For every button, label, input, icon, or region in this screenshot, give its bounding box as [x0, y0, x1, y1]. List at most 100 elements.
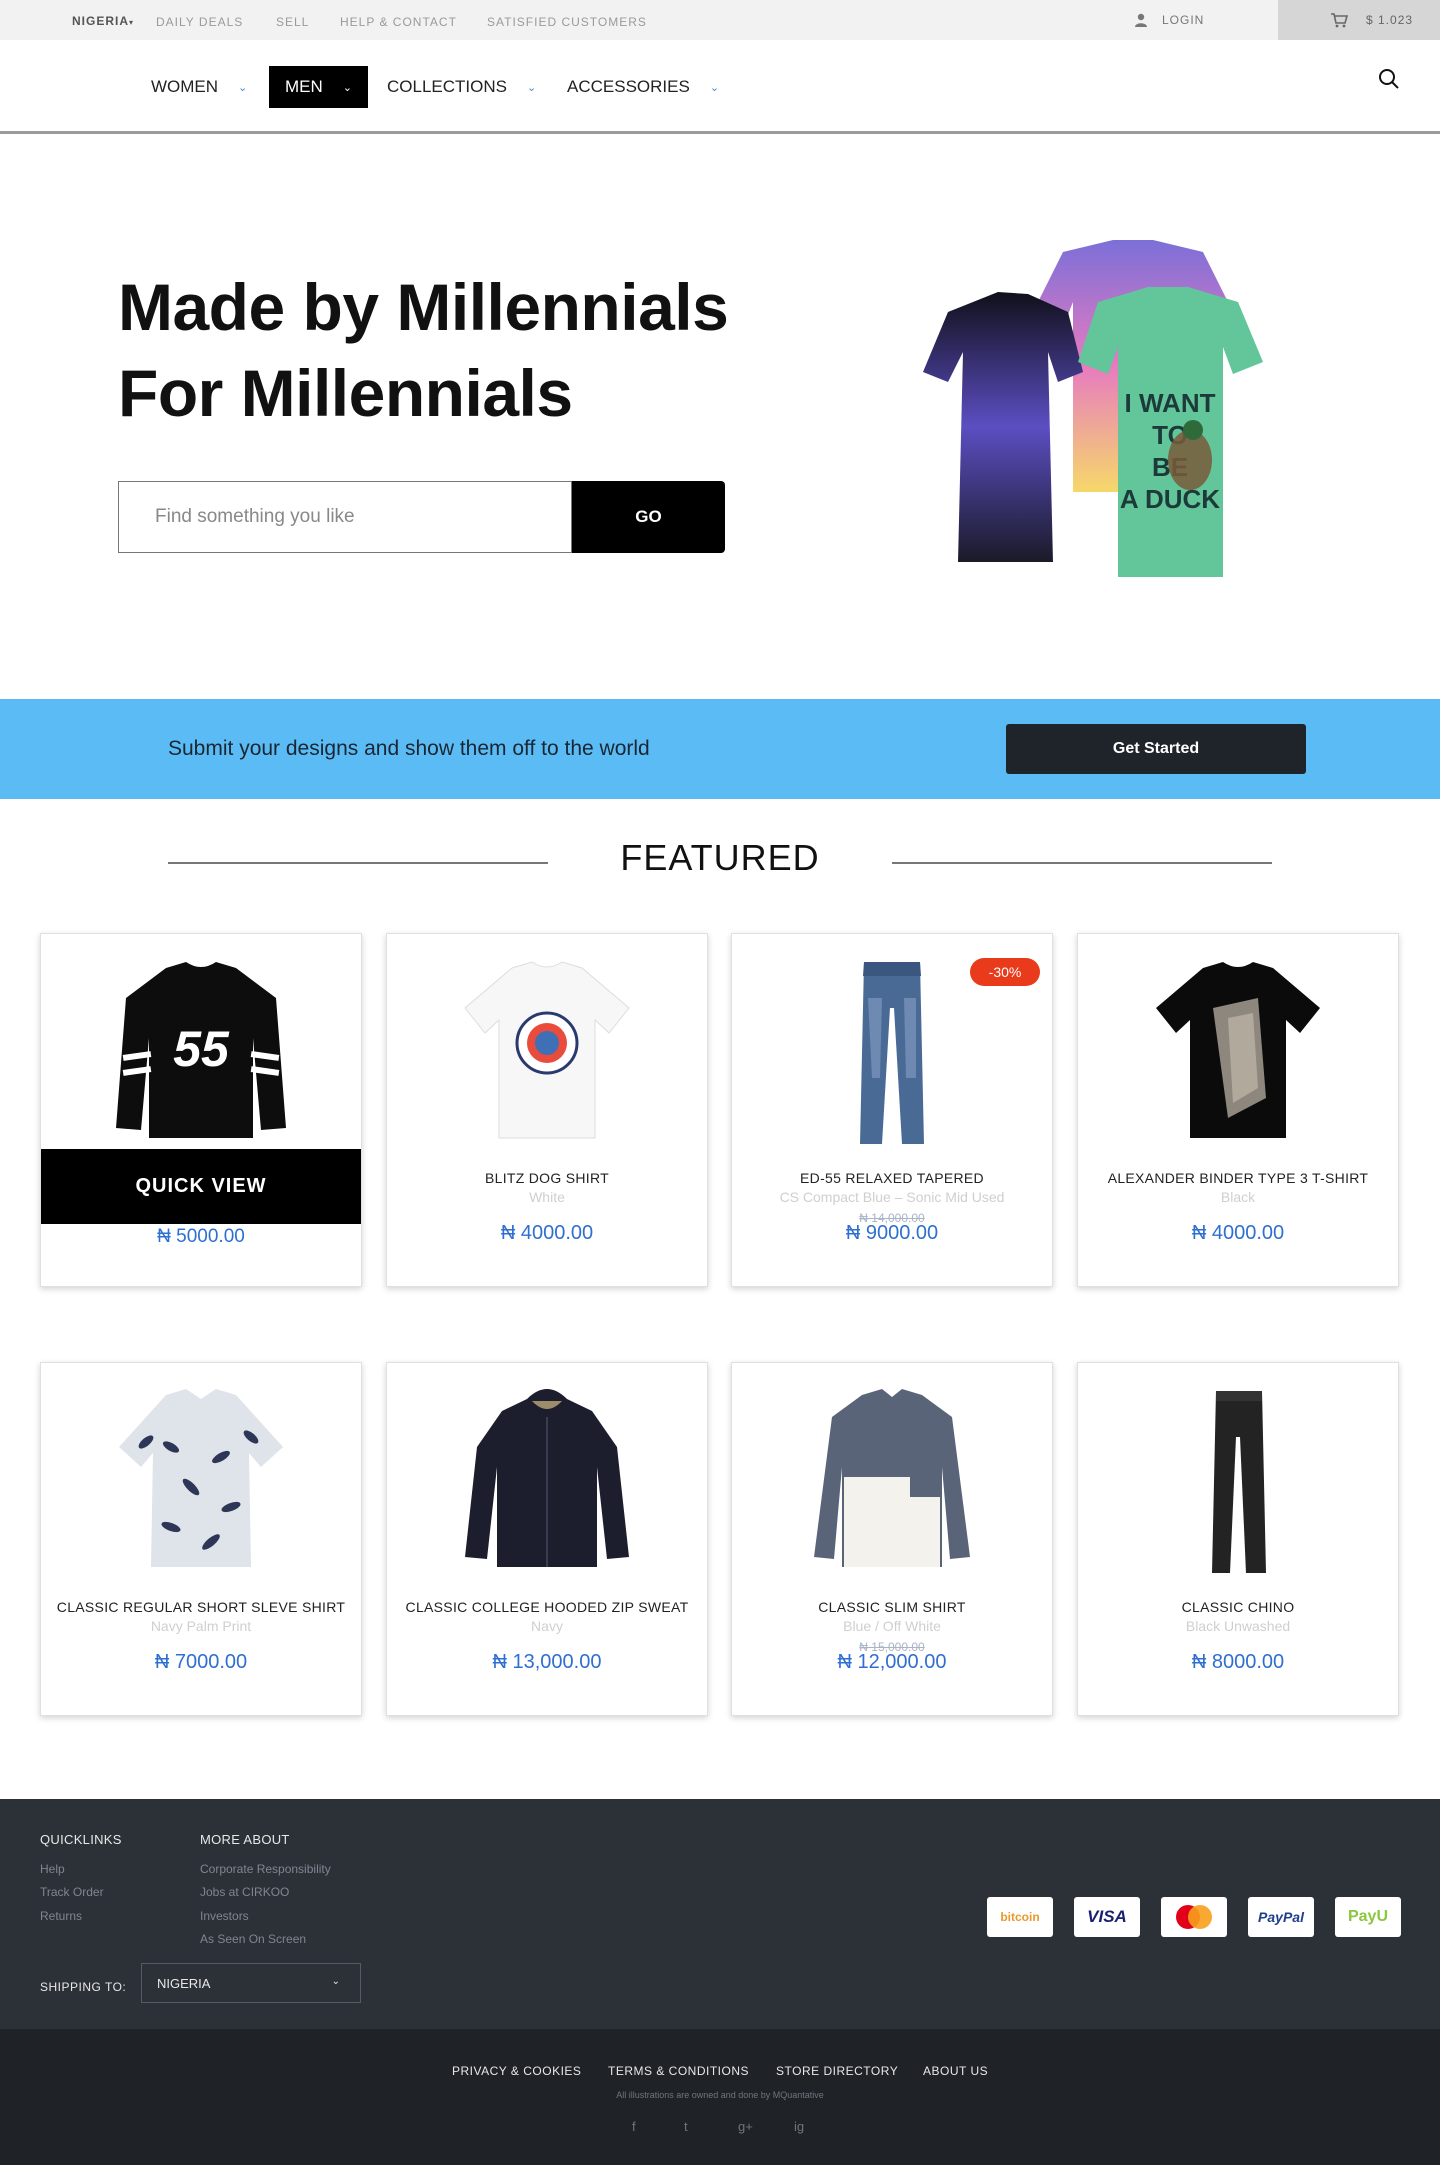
product-color: Navy	[531, 1618, 563, 1634]
bitcoin-logo: bitcoin	[987, 1897, 1053, 1937]
help-contact-link[interactable]: HELP & CONTACT	[340, 15, 457, 29]
product-name: CLASSIC SLIM SHIRT	[818, 1599, 966, 1615]
product-color: CS Compact Blue – Sonic Mid Used	[779, 1189, 1005, 1205]
product-price: ₦ 12,000.00	[837, 1651, 947, 1673]
product-price: ₦ 7000.00	[154, 1651, 248, 1673]
satisfied-customers-link[interactable]: SATISFIED CUSTOMERS	[487, 15, 647, 29]
footer-link-investors[interactable]: Investors	[200, 1909, 249, 1923]
footer: QUICKLINKS Help Track Order Returns MORE…	[0, 1799, 1440, 2029]
product-name: ED-55 RELAXED TAPERED	[800, 1170, 984, 1186]
shipping-label: SHIPPING TO:	[40, 1980, 127, 1994]
chevron-down-icon: ⌄	[238, 81, 248, 94]
product-image	[119, 1389, 283, 1567]
product-grid: 55 QUICK VIEW ₦ 5000.00 BLITZ DOG SHIRT …	[0, 929, 1440, 1799]
product-card[interactable]: CLASSIC COLLEGE HOODED ZIP SWEAT Navy ₦ …	[386, 1362, 708, 1716]
chevron-down-icon: ⌄	[526, 81, 537, 94]
store-directory-link[interactable]: STORE DIRECTORY	[776, 2064, 898, 2078]
twitter-icon[interactable]: t	[684, 2119, 688, 2134]
footer-link-corporate[interactable]: Corporate Responsibility	[200, 1862, 331, 1876]
product-price: ₦ 9000.00	[845, 1222, 939, 1244]
mastercard-logo	[1161, 1897, 1227, 1937]
product-card[interactable]: BLITZ DOG SHIRT White ₦ 4000.00	[386, 933, 708, 1287]
about-us-link[interactable]: ABOUT US	[923, 2064, 988, 2078]
footer-link-help[interactable]: Help	[40, 1862, 65, 1876]
svg-text:I WANT: I WANT	[1125, 388, 1216, 418]
country-selector[interactable]: NIGERIA▾	[72, 14, 134, 28]
get-started-button[interactable]: Get Started	[1006, 724, 1306, 774]
quick-view-button[interactable]: QUICK VIEW	[41, 1149, 361, 1224]
more-about-title: MORE ABOUT	[200, 1832, 290, 1847]
product-color: Black Unwashed	[1185, 1618, 1291, 1634]
nav-item-men[interactable]: MEN ⌄	[269, 66, 368, 108]
product-color: Blue / Off White	[843, 1618, 941, 1634]
country-label: NIGERIA	[72, 14, 130, 28]
shipping-country-select[interactable]: NIGERIA ⌄	[141, 1963, 361, 2003]
footer-link-jobs[interactable]: Jobs at CIRKOO	[200, 1885, 289, 1899]
cart-icon	[1331, 12, 1348, 27]
product-image: 55	[116, 962, 286, 1138]
product-color: Black	[1220, 1189, 1256, 1205]
svg-text:55: 55	[173, 1021, 230, 1077]
user-icon	[1135, 13, 1147, 27]
hero-headline: Made by Millennials For Millennials	[118, 264, 729, 436]
featured-title: FEATURED	[620, 837, 820, 878]
footer-link-track-order[interactable]: Track Order	[40, 1885, 104, 1899]
product-card[interactable]: -30% ED-55 RELAXED TAPERED CS Compact Bl…	[731, 933, 1053, 1287]
nav-label: WOMEN	[151, 77, 219, 96]
product-card[interactable]: ALEXANDER BINDER TYPE 3 T-SHIRT Black ₦ …	[1077, 933, 1399, 1287]
instagram-icon[interactable]: ig	[794, 2119, 804, 2134]
product-image	[464, 961, 630, 1139]
hero-search-input[interactable]: Find something you like	[118, 481, 572, 553]
product-name: BLITZ DOG SHIRT	[484, 1170, 610, 1186]
hero-line-2: For Millennials	[118, 356, 573, 430]
svg-text:A DUCK: A DUCK	[1120, 484, 1220, 514]
hero-tshirts-image: I WANT TO BE A DUCK	[923, 240, 1263, 577]
payu-logo: PayU	[1335, 1897, 1401, 1937]
hero-line-1: Made by Millennials	[118, 270, 729, 344]
copyright-note: All illustrations are owned and done by …	[616, 2090, 824, 2100]
search-icon[interactable]	[1378, 68, 1400, 90]
product-name: CLASSIC CHINO	[1181, 1599, 1295, 1615]
divider	[892, 862, 1272, 864]
featured-header: FEATURED	[0, 799, 1440, 929]
product-card[interactable]: CLASSIC SLIM SHIRT Blue / Off White ₦ 15…	[731, 1362, 1053, 1716]
privacy-link[interactable]: PRIVACY & COOKIES	[452, 2064, 581, 2078]
nav-label: MEN	[285, 77, 323, 96]
nav-item-collections[interactable]: COLLECTIONS ⌄	[387, 66, 536, 108]
daily-deals-link[interactable]: DAILY DEALS	[156, 15, 243, 29]
bottom-bar: PRIVACY & COOKIES TERMS & CONDITIONS STO…	[0, 2029, 1440, 2165]
product-image	[465, 1389, 629, 1567]
product-name: CLASSIC COLLEGE HOODED ZIP SWEAT	[405, 1599, 689, 1615]
cart-total: $ 1.023	[1366, 13, 1414, 27]
product-name: CLASSIC REGULAR SHORT SLEVE SHIRT	[56, 1599, 346, 1615]
login-link[interactable]: LOGIN	[1134, 13, 1204, 27]
facebook-icon[interactable]: f	[632, 2119, 636, 2134]
terms-link[interactable]: TERMS & CONDITIONS	[608, 2064, 749, 2078]
login-label: LOGIN	[1162, 13, 1205, 27]
shipping-value: NIGERIA	[157, 1975, 211, 1991]
product-color: White	[529, 1189, 565, 1205]
product-name: ALEXANDER BINDER TYPE 3 T-SHIRT	[1107, 1170, 1369, 1186]
product-price: ₦ 5000.00	[157, 1226, 245, 1247]
product-image	[814, 1389, 970, 1567]
product-card[interactable]: 55 QUICK VIEW ₦ 5000.00	[40, 933, 362, 1287]
go-button[interactable]: GO	[572, 481, 725, 553]
product-card[interactable]: CLASSIC REGULAR SHORT SLEVE SHIRT Navy P…	[40, 1362, 362, 1716]
sell-link[interactable]: SELL	[276, 15, 309, 29]
nav-item-accessories[interactable]: ACCESSORIES ⌄	[567, 66, 719, 108]
designer-banner: Submit your designs and show them off to…	[0, 699, 1440, 799]
product-price: ₦ 8000.00	[1191, 1651, 1285, 1673]
nav-label: COLLECTIONS	[387, 77, 507, 96]
mastercard-icon	[1176, 1905, 1212, 1929]
nav-label: ACCESSORIES	[567, 77, 690, 96]
nav-item-women[interactable]: WOMEN ⌄	[151, 66, 247, 108]
cart-button[interactable]: $ 1.023	[1278, 0, 1440, 40]
banner-text: Submit your designs and show them off to…	[168, 737, 650, 760]
google-plus-icon[interactable]: g+	[738, 2119, 753, 2134]
paypal-logo: PayPal	[1248, 1897, 1314, 1937]
product-image	[1156, 962, 1320, 1138]
footer-link-as-seen[interactable]: As Seen On Screen	[200, 1932, 306, 1946]
footer-link-returns[interactable]: Returns	[40, 1909, 82, 1923]
product-card[interactable]: CLASSIC CHINO Black Unwashed ₦ 8000.00	[1077, 1362, 1399, 1716]
quicklinks-title: QUICKLINKS	[40, 1832, 122, 1847]
